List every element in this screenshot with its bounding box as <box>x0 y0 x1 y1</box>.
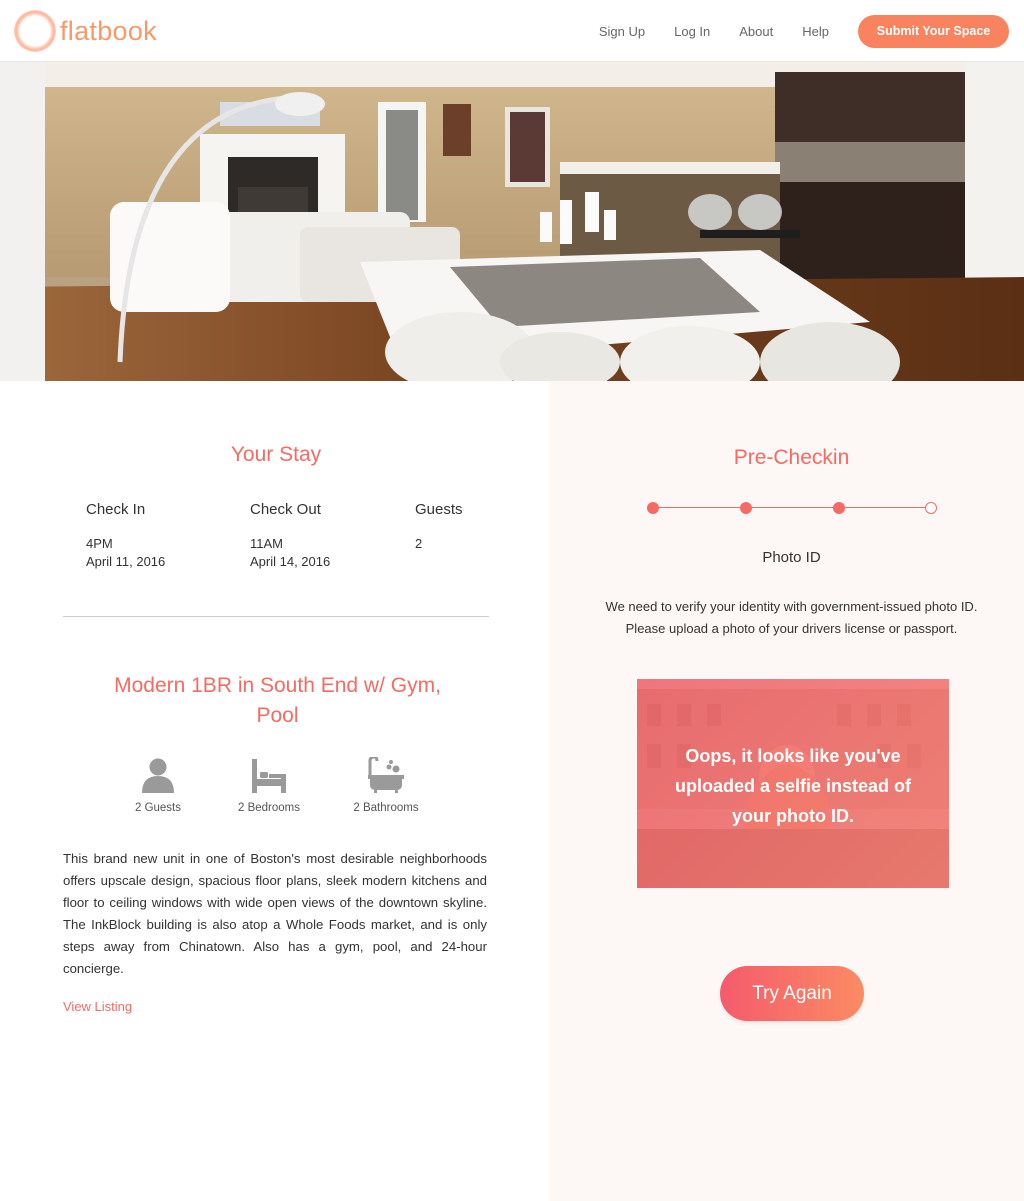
nav-log-in[interactable]: Log In <box>674 24 710 39</box>
guests-label: Guests <box>415 501 463 518</box>
check-out-label: Check Out <box>250 501 321 518</box>
progress-stepper <box>647 501 937 515</box>
listing-description: This brand new unit in one of Boston's m… <box>63 851 487 976</box>
amenity-bathrooms-label: 2 Bathrooms <box>353 802 419 814</box>
section-divider <box>63 616 489 617</box>
check-in-label: Check In <box>86 501 146 518</box>
check-out-time: 11AM <box>250 536 283 551</box>
top-navbar: flatbook Sign Up Log In About Help Submi… <box>0 0 1024 62</box>
submit-your-space-button[interactable]: Submit Your Space <box>858 14 1009 48</box>
amenity-bedrooms-label: 2 Bedrooms <box>237 802 300 814</box>
amenity-guests-label: 2 Guests <box>134 802 182 814</box>
stay-info-grid: Check In 4PM April 11, 2016 Check Out 11… <box>86 501 506 571</box>
check-in-column: Check In 4PM April 11, 2016 <box>86 501 165 571</box>
guests-column: Guests 2 <box>415 501 463 553</box>
selfie-error-message: Oops, it looks like you've uploaded a se… <box>674 746 912 826</box>
pre-checkin-heading: Pre-Checkin <box>733 446 850 469</box>
uploaded-photo-preview: Oops, it looks like you've uploaded a se… <box>637 679 949 888</box>
step-4-pending <box>925 502 937 514</box>
listing-title: Modern 1BR in South End w/ Gym, Pool <box>114 674 441 727</box>
bed-icon <box>252 759 286 793</box>
bathtub-icon <box>368 757 404 793</box>
try-again-button[interactable]: Try Again <box>720 966 864 1021</box>
check-out-value: 11AM April 14, 2016 <box>250 535 330 571</box>
step-2-complete <box>740 502 752 514</box>
amenity-bathrooms: 2 Bathrooms <box>336 757 436 814</box>
nav-sign-up[interactable]: Sign Up <box>599 24 645 39</box>
pre-checkin-panel: Pre-Checkin Photo ID We need to verify y… <box>549 381 1024 1201</box>
stepper-track <box>653 507 932 508</box>
person-icon <box>142 758 174 793</box>
check-in-time: 4PM <box>86 536 113 551</box>
check-in-date: April 11, 2016 <box>86 554 166 569</box>
your-stay-heading: Your Stay <box>230 443 322 466</box>
amenity-guests: 2 Guests <box>108 757 208 814</box>
logo-text: flatbook <box>60 15 157 46</box>
amenity-bedrooms: 2 Bedrooms <box>219 757 319 814</box>
step-title: Photo ID <box>762 549 821 566</box>
check-out-column: Check Out 11AM April 14, 2016 <box>250 501 330 571</box>
logo-circle-icon <box>14 10 56 52</box>
step-1-complete <box>647 502 659 514</box>
stay-details-panel: Your Stay Check In 4PM April 11, 2016 Ch… <box>0 381 549 1201</box>
hero-apartment-photo <box>0 62 1024 381</box>
view-listing-link[interactable]: View Listing <box>63 999 132 1014</box>
flatbook-logo[interactable]: flatbook <box>14 8 157 54</box>
nav-help[interactable]: Help <box>802 24 829 39</box>
step-instructions: We need to verify your identity with gov… <box>605 599 978 636</box>
step-3-complete <box>833 502 845 514</box>
guests-value: 2 <box>415 536 423 551</box>
nav-about[interactable]: About <box>739 24 773 39</box>
nav-menu: Sign Up Log In About Help Submit Your Sp… <box>599 0 1024 62</box>
check-out-date: April 14, 2016 <box>250 554 331 569</box>
amenities-row: 2 Guests 2 Bedrooms 2 Bathrooms <box>0 757 552 827</box>
check-in-value: 4PM April 11, 2016 <box>86 535 165 571</box>
